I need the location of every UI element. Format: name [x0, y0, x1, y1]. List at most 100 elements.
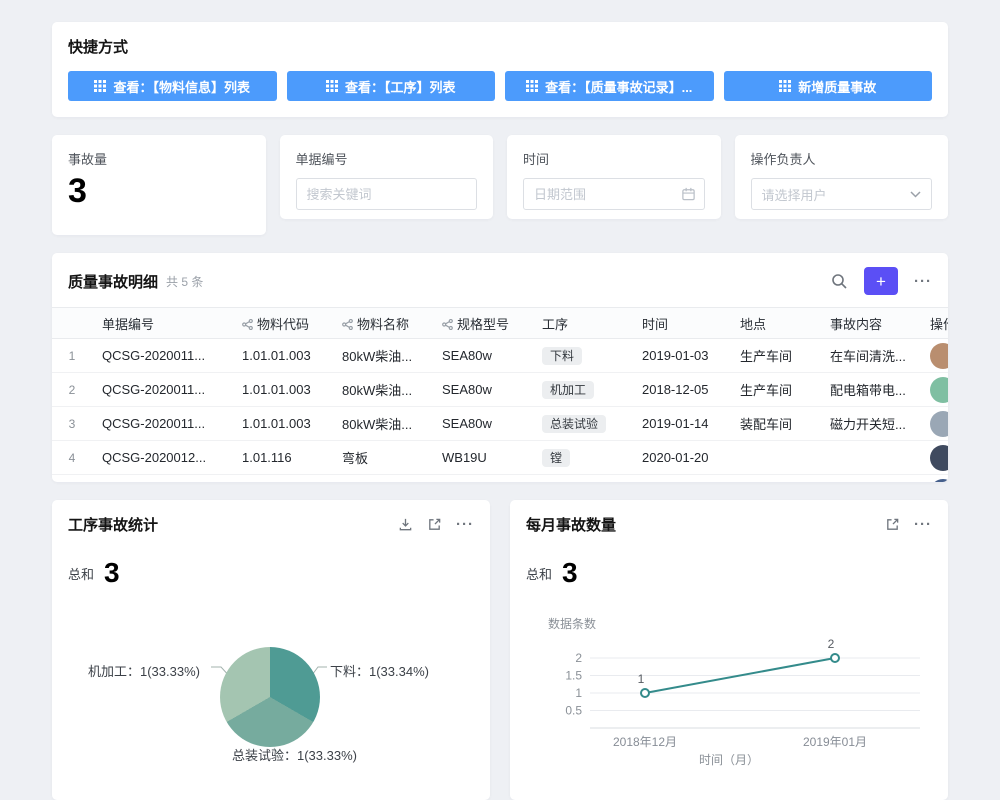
cell-material-code: 1.01.01.003: [232, 339, 332, 373]
cell-content: 演示: [820, 475, 920, 483]
column-header-content[interactable]: 事故内容: [820, 308, 920, 339]
doc-no-filter-card: 单据编号: [280, 135, 494, 219]
svg-text:2: 2: [575, 651, 582, 665]
table-row[interactable]: 5 QCSG-2020012... 1.01.120.01 齿轮 CL2H30 …: [52, 475, 948, 483]
cell-doc-no: QCSG-2020011...: [92, 407, 232, 441]
shortcut-label: 查看：【工序】列表: [345, 77, 456, 96]
column-header-place[interactable]: 地点: [730, 308, 820, 339]
cell-time: 2018-12-05: [632, 373, 730, 407]
operator-filter-label: 操作负责人: [751, 149, 933, 168]
row-index: 5: [52, 475, 92, 483]
shortcuts-card: 快捷方式 查看：【物料信息】列表 查看：【工序】列表 查看：【质量事故记录】..…: [52, 22, 948, 117]
process-tag: 镗: [542, 449, 570, 467]
pie-more-button[interactable]: ···: [456, 517, 474, 532]
svg-text:2: 2: [828, 637, 835, 651]
cell-material-name: 80kW柴油...: [332, 407, 432, 441]
pie-label-blanking: 下料：1(33.34%): [330, 661, 429, 680]
shortcut-label: 查看：【物料信息】列表: [113, 77, 250, 96]
table-row[interactable]: 3 QCSG-2020011... 1.01.01.003 80kW柴油... …: [52, 407, 948, 441]
open-fullscreen-button[interactable]: [885, 517, 900, 532]
filter-row: 事故量 3 单据编号 时间 操作负责人 请选择用户: [52, 135, 948, 235]
cell-place: 演示: [730, 475, 820, 483]
column-header-spec[interactable]: 规格型号: [432, 308, 532, 339]
table-header-row: 单据编号 物料代码 物料名称 规格型号 工序 时间 地点 事故内: [52, 308, 948, 339]
table-row[interactable]: 4 QCSG-2020012... 1.01.116 弯板 WB19U 镗 20…: [52, 441, 948, 475]
shortcut-label: 新增质量事故: [798, 77, 876, 96]
total-label: 总和: [526, 564, 552, 583]
cell-doc-no: QCSG-2020011...: [92, 339, 232, 373]
cell-process: 总装试验: [532, 407, 632, 441]
cell-material-name: 齿轮: [332, 475, 432, 483]
line-card-actions: ···: [885, 517, 932, 532]
table-row[interactable]: 1 QCSG-2020011... 1.01.01.003 80kW柴油... …: [52, 339, 948, 373]
date-range-input[interactable]: [523, 178, 705, 210]
grid-icon: [326, 80, 338, 92]
accident-count-value: 3: [68, 172, 250, 211]
open-fullscreen-button[interactable]: [427, 517, 442, 532]
user-select[interactable]: 请选择用户: [751, 178, 933, 210]
line-more-button[interactable]: ···: [914, 517, 932, 532]
calendar-icon[interactable]: [681, 187, 696, 202]
shortcut-button-new-accident[interactable]: 新增质量事故: [724, 71, 933, 101]
pie-chart-title: 工序事故统计: [68, 514, 158, 535]
time-filter-label: 时间: [523, 149, 705, 168]
shortcuts-title: 快捷方式: [68, 36, 932, 57]
export-image-button[interactable]: [398, 517, 413, 532]
column-header-process[interactable]: 工序: [532, 308, 632, 339]
avatar: [930, 343, 948, 369]
doc-no-search-input[interactable]: [296, 178, 478, 210]
svg-text:1.5: 1.5: [565, 669, 582, 683]
cell-doc-no: QCSG-2020011...: [92, 373, 232, 407]
line-chart-area: 数据条数 0.511.5212018年12月22019年01月 时间（月）: [526, 595, 932, 785]
table-row[interactable]: 2 QCSG-2020011... 1.01.01.003 80kW柴油... …: [52, 373, 948, 407]
add-record-button[interactable]: +: [864, 267, 898, 295]
cell-process: 下料: [532, 339, 632, 373]
accident-detail-card: 质量事故明细 共 5 条 + ··· 单据编号: [52, 253, 948, 482]
line-card-header: 每月事故数量 ···: [526, 514, 932, 535]
column-header-time[interactable]: 时间: [632, 308, 730, 339]
table-container: 单据编号 物料代码 物料名称 规格型号 工序 时间 地点 事故内: [52, 307, 948, 482]
column-header-doc-no[interactable]: 单据编号: [92, 308, 232, 339]
svg-text:1: 1: [575, 686, 582, 700]
user-select-placeholder: 请选择用户: [762, 185, 827, 204]
shortcut-button-materials-list[interactable]: 查看：【物料信息】列表: [68, 71, 277, 101]
table-title: 质量事故明细: [68, 271, 158, 292]
time-filter-card: 时间: [507, 135, 721, 219]
charts-row: 工序事故统计 ··· 总和 3: [52, 500, 948, 800]
cell-doc-no: QCSG-2020012...: [92, 475, 232, 483]
relation-icon: [342, 319, 353, 330]
cell-content: [820, 441, 920, 475]
pie-chart-area: 机加工：1(33.33%) 下料：1(33.34%) 总装试验：1(33.33%…: [68, 595, 474, 785]
shortcut-label: 查看：【质量事故记录】...: [545, 77, 692, 96]
process-pie: [220, 647, 320, 747]
cell-time: 2020-01-20: [632, 441, 730, 475]
table-actions: + ···: [831, 267, 932, 295]
cell-time: 2020-01-20: [632, 475, 730, 483]
pie-card-actions: ···: [398, 517, 474, 532]
table-more-button[interactable]: ···: [914, 274, 932, 289]
shortcut-button-process-list[interactable]: 查看：【工序】列表: [287, 71, 496, 101]
cell-material-name: 80kW柴油...: [332, 339, 432, 373]
search-button[interactable]: [831, 273, 848, 290]
accident-count-card: 事故量 3: [52, 135, 266, 235]
column-header-material-name[interactable]: 物料名称: [332, 308, 432, 339]
cell-material-code: 1.01.01.003: [232, 373, 332, 407]
svg-text:2019年01月: 2019年01月: [803, 735, 867, 749]
row-index: 2: [52, 373, 92, 407]
column-header-operator[interactable]: 操作负责人: [920, 308, 948, 339]
process-stats-card: 工序事故统计 ··· 总和 3: [52, 500, 490, 800]
svg-text:2018年12月: 2018年12月: [613, 735, 677, 749]
pie-label-machining: 机加工：1(33.33%): [88, 661, 200, 680]
column-header-material-code[interactable]: 物料代码: [232, 308, 332, 339]
row-index: 3: [52, 407, 92, 441]
cell-place: [730, 441, 820, 475]
cell-spec: SEA80w: [432, 373, 532, 407]
process-tag: 机加工: [542, 381, 594, 399]
cell-process: 机加工: [532, 373, 632, 407]
record-count: 共 5 条: [166, 273, 203, 290]
shortcut-button-accident-records-list[interactable]: 查看：【质量事故记录】...: [505, 71, 714, 101]
chevron-down-icon: [910, 191, 921, 198]
open-in-new-icon: [427, 517, 442, 532]
x-axis-title: 时间（月）: [526, 751, 932, 768]
cell-time: 2019-01-03: [632, 339, 730, 373]
